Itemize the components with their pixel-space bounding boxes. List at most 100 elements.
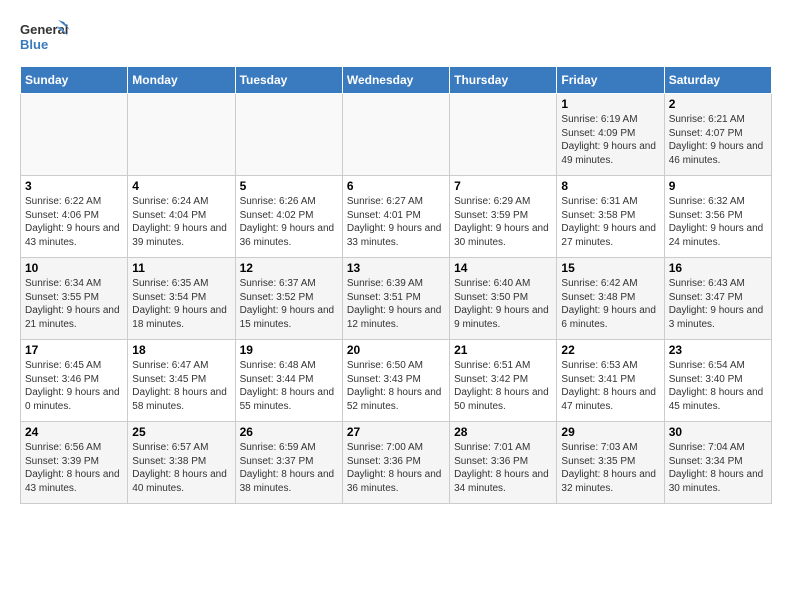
calendar-cell: 16 Sunrise: 6:43 AMSunset: 3:47 PMDayligh… <box>664 258 771 340</box>
day-number: 21 <box>454 343 552 357</box>
calendar-cell: 12 Sunrise: 6:37 AMSunset: 3:52 PMDayligh… <box>235 258 342 340</box>
day-number: 3 <box>25 179 123 193</box>
calendar-cell: 9 Sunrise: 6:32 AMSunset: 3:56 PMDaylight… <box>664 176 771 258</box>
calendar-cell: 18 Sunrise: 6:47 AMSunset: 3:45 PMDayligh… <box>128 340 235 422</box>
day-number: 16 <box>669 261 767 275</box>
day-number: 20 <box>347 343 445 357</box>
calendar: SundayMondayTuesdayWednesdayThursdayFrid… <box>20 66 772 504</box>
calendar-cell <box>21 94 128 176</box>
calendar-cell: 30 Sunrise: 7:04 AMSunset: 3:34 PMDayligh… <box>664 422 771 504</box>
day-number: 25 <box>132 425 230 439</box>
day-info: Sunrise: 6:21 AMSunset: 4:07 PMDaylight:… <box>669 113 767 167</box>
day-info: Sunrise: 6:47 AMSunset: 3:45 PMDaylight:… <box>132 359 230 413</box>
calendar-week-4: 17 Sunrise: 6:45 AMSunset: 3:46 PMDayligh… <box>21 340 772 422</box>
day-number: 9 <box>669 179 767 193</box>
weekday-header-saturday: Saturday <box>664 67 771 94</box>
day-number: 4 <box>132 179 230 193</box>
day-info: Sunrise: 6:54 AMSunset: 3:40 PMDaylight:… <box>669 359 767 413</box>
calendar-cell: 11 Sunrise: 6:35 AMSunset: 3:54 PMDayligh… <box>128 258 235 340</box>
day-info: Sunrise: 6:57 AMSunset: 3:38 PMDaylight:… <box>132 441 230 495</box>
day-number: 24 <box>25 425 123 439</box>
day-info: Sunrise: 6:26 AMSunset: 4:02 PMDaylight:… <box>240 195 338 249</box>
day-number: 14 <box>454 261 552 275</box>
calendar-cell <box>450 94 557 176</box>
calendar-week-5: 24 Sunrise: 6:56 AMSunset: 3:39 PMDayligh… <box>21 422 772 504</box>
header: GeneralBlue <box>20 16 772 56</box>
calendar-cell: 14 Sunrise: 6:40 AMSunset: 3:50 PMDayligh… <box>450 258 557 340</box>
day-info: Sunrise: 6:31 AMSunset: 3:58 PMDaylight:… <box>561 195 659 249</box>
logo: GeneralBlue <box>20 16 70 56</box>
weekday-header-thursday: Thursday <box>450 67 557 94</box>
day-info: Sunrise: 6:48 AMSunset: 3:44 PMDaylight:… <box>240 359 338 413</box>
calendar-body: 1 Sunrise: 6:19 AMSunset: 4:09 PMDaylight… <box>21 94 772 504</box>
day-info: Sunrise: 7:04 AMSunset: 3:34 PMDaylight:… <box>669 441 767 495</box>
calendar-cell: 13Sunrise: 6:39 AMSunset: 3:51 PMDayligh… <box>342 258 449 340</box>
day-info: Sunrise: 6:59 AMSunset: 3:37 PMDaylight:… <box>240 441 338 495</box>
weekday-header-tuesday: Tuesday <box>235 67 342 94</box>
day-info: Sunrise: 6:51 AMSunset: 3:42 PMDaylight:… <box>454 359 552 413</box>
day-info: Sunrise: 6:34 AMSunset: 3:55 PMDaylight:… <box>25 277 123 331</box>
day-number: 12 <box>240 261 338 275</box>
calendar-header-row: SundayMondayTuesdayWednesdayThursdayFrid… <box>21 67 772 94</box>
day-number: 28 <box>454 425 552 439</box>
day-info: Sunrise: 6:40 AMSunset: 3:50 PMDaylight:… <box>454 277 552 331</box>
day-info: Sunrise: 6:53 AMSunset: 3:41 PMDaylight:… <box>561 359 659 413</box>
calendar-cell: 7 Sunrise: 6:29 AMSunset: 3:59 PMDaylight… <box>450 176 557 258</box>
weekday-header-friday: Friday <box>557 67 664 94</box>
day-number: 2 <box>669 97 767 111</box>
day-number: 19 <box>240 343 338 357</box>
day-number: 15 <box>561 261 659 275</box>
day-number: 11 <box>132 261 230 275</box>
calendar-cell: 25 Sunrise: 6:57 AMSunset: 3:38 PMDayligh… <box>128 422 235 504</box>
day-number: 22 <box>561 343 659 357</box>
day-info: Sunrise: 6:22 AMSunset: 4:06 PMDaylight:… <box>25 195 123 249</box>
day-info: Sunrise: 6:19 AMSunset: 4:09 PMDaylight:… <box>561 113 659 167</box>
calendar-cell: 22 Sunrise: 6:53 AMSunset: 3:41 PMDayligh… <box>557 340 664 422</box>
calendar-cell: 27Sunrise: 7:00 AMSunset: 3:36 PMDayligh… <box>342 422 449 504</box>
day-number: 7 <box>454 179 552 193</box>
day-number: 5 <box>240 179 338 193</box>
calendar-cell: 20 Sunrise: 6:50 AMSunset: 3:43 PMDayligh… <box>342 340 449 422</box>
day-number: 17 <box>25 343 123 357</box>
day-info: Sunrise: 6:29 AMSunset: 3:59 PMDaylight:… <box>454 195 552 249</box>
calendar-cell: 2 Sunrise: 6:21 AMSunset: 4:07 PMDaylight… <box>664 94 771 176</box>
day-info: Sunrise: 6:35 AMSunset: 3:54 PMDaylight:… <box>132 277 230 331</box>
weekday-header-sunday: Sunday <box>21 67 128 94</box>
calendar-cell: 23 Sunrise: 6:54 AMSunset: 3:40 PMDayligh… <box>664 340 771 422</box>
day-info: Sunrise: 6:37 AMSunset: 3:52 PMDaylight:… <box>240 277 338 331</box>
svg-text:Blue: Blue <box>20 37 48 52</box>
day-number: 29 <box>561 425 659 439</box>
calendar-cell: 21 Sunrise: 6:51 AMSunset: 3:42 PMDayligh… <box>450 340 557 422</box>
calendar-cell: 8 Sunrise: 6:31 AMSunset: 3:58 PMDaylight… <box>557 176 664 258</box>
day-info: Sunrise: 6:42 AMSunset: 3:48 PMDaylight:… <box>561 277 659 331</box>
day-info: Sunrise: 6:56 AMSunset: 3:39 PMDaylight:… <box>25 441 123 495</box>
day-number: 8 <box>561 179 659 193</box>
day-number: 27 <box>347 425 445 439</box>
calendar-cell: 28 Sunrise: 7:01 AMSunset: 3:36 PMDayligh… <box>450 422 557 504</box>
calendar-cell <box>342 94 449 176</box>
weekday-header-monday: Monday <box>128 67 235 94</box>
day-info: Sunrise: 6:32 AMSunset: 3:56 PMDaylight:… <box>669 195 767 249</box>
calendar-cell: 26 Sunrise: 6:59 AMSunset: 3:37 PMDayligh… <box>235 422 342 504</box>
calendar-cell <box>235 94 342 176</box>
calendar-week-2: 3 Sunrise: 6:22 AMSunset: 4:06 PMDaylight… <box>21 176 772 258</box>
calendar-cell: 29Sunrise: 7:03 AMSunset: 3:35 PMDayligh… <box>557 422 664 504</box>
day-info: Sunrise: 6:50 AMSunset: 3:43 PMDaylight:… <box>347 359 445 413</box>
day-number: 23 <box>669 343 767 357</box>
day-number: 26 <box>240 425 338 439</box>
day-info: Sunrise: 7:01 AMSunset: 3:36 PMDaylight:… <box>454 441 552 495</box>
day-info: Sunrise: 6:24 AMSunset: 4:04 PMDaylight:… <box>132 195 230 249</box>
day-number: 18 <box>132 343 230 357</box>
calendar-week-3: 10 Sunrise: 6:34 AMSunset: 3:55 PMDayligh… <box>21 258 772 340</box>
day-number: 10 <box>25 261 123 275</box>
day-info: Sunrise: 6:43 AMSunset: 3:47 PMDaylight:… <box>669 277 767 331</box>
day-info: Sunrise: 6:39 AMSunset: 3:51 PMDaylight:… <box>347 277 445 331</box>
calendar-cell: 19 Sunrise: 6:48 AMSunset: 3:44 PMDayligh… <box>235 340 342 422</box>
day-number: 30 <box>669 425 767 439</box>
calendar-cell: 17 Sunrise: 6:45 AMSunset: 3:46 PMDayligh… <box>21 340 128 422</box>
calendar-cell: 3 Sunrise: 6:22 AMSunset: 4:06 PMDaylight… <box>21 176 128 258</box>
logo-icon: GeneralBlue <box>20 16 70 56</box>
weekday-header-wednesday: Wednesday <box>342 67 449 94</box>
day-number: 1 <box>561 97 659 111</box>
day-info: Sunrise: 6:45 AMSunset: 3:46 PMDaylight:… <box>25 359 123 413</box>
